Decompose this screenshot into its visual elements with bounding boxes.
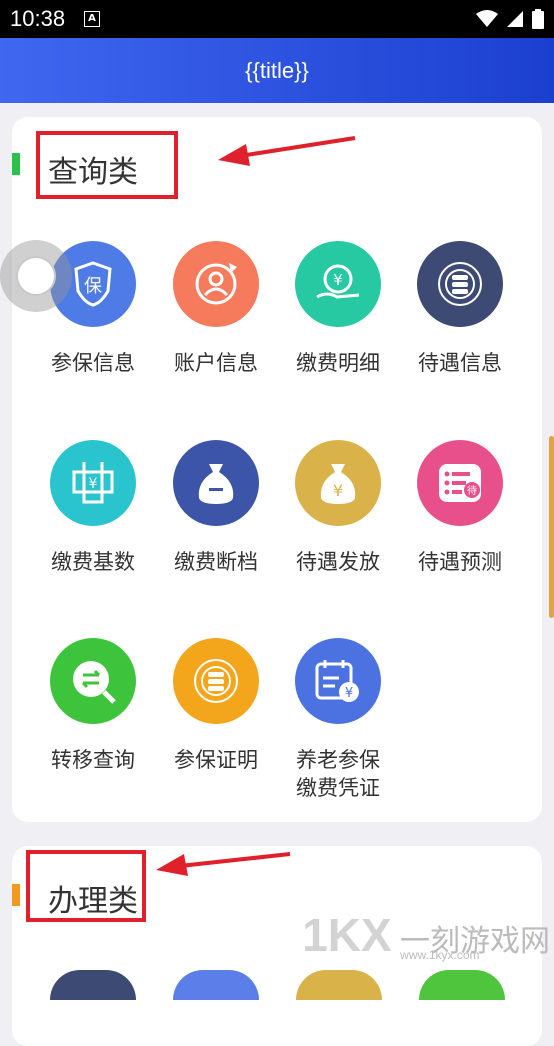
annotation-box [36, 131, 178, 199]
menu-item[interactable]: 待遇信息 [400, 241, 520, 377]
floating-button-core [16, 256, 56, 296]
menu-item-label: 缴费明细 [296, 351, 380, 375]
handling-item-icon[interactable] [173, 970, 259, 1000]
menu-item-label: 缴费断档 [174, 550, 258, 574]
app-header: {{title}} [0, 38, 554, 103]
menu-item-label: 转移查询 [51, 748, 135, 772]
section-marker [12, 153, 20, 175]
menu-item[interactable]: ¥ 缴费基数 [33, 440, 153, 576]
menu-item[interactable]: 账户信息 [156, 241, 276, 377]
menu-item-label: 待遇预测 [418, 550, 502, 574]
menu-item-label: 参保证明 [174, 748, 258, 772]
menu-item[interactable]: 参保证明 [156, 638, 276, 774]
yuan-hand-icon: ¥ [295, 241, 381, 327]
annotation-box [26, 850, 146, 922]
menu-item[interactable]: 待待遇预测 [400, 440, 520, 576]
svg-text:保: 保 [84, 276, 102, 297]
watermark-url: www.1kyx.com [400, 948, 480, 962]
menu-item-label: 待遇发放 [296, 550, 380, 574]
annotation-arrow-icon [156, 852, 291, 876]
money-bag-minus-icon [173, 440, 259, 526]
menu-item[interactable]: ¥ 养老参保缴费凭证 [278, 638, 398, 802]
coin-stack-icon [417, 241, 503, 327]
menu-item[interactable]: ¥ 缴费明细 [278, 241, 398, 377]
menu-item-label-line: 养老参保 [296, 748, 380, 772]
menu-item-label: 养老参保 缴费凭证 [278, 746, 398, 802]
svg-text:待: 待 [467, 484, 477, 497]
menu-item[interactable]: 转移查询 [33, 638, 153, 774]
menu-item-label: 待遇信息 [418, 351, 502, 375]
annotation-arrow-icon [218, 136, 356, 166]
handling-item-icon[interactable] [50, 970, 136, 1000]
svg-text:¥: ¥ [345, 686, 353, 701]
menu-item-label: 账户信息 [174, 351, 258, 375]
user-refresh-icon [173, 241, 259, 327]
coin-stack-icon [173, 638, 259, 724]
status-bar: 10:38 A [0, 0, 554, 38]
list-forecast-icon: 待 [417, 440, 503, 526]
menu-item-label: 参保信息 [51, 351, 135, 375]
calendar-yuan-icon: ¥ [295, 638, 381, 724]
svg-text:¥: ¥ [333, 481, 343, 500]
menu-item[interactable]: ¥ 待遇发放 [278, 440, 398, 576]
notification-icon: A [84, 11, 100, 27]
floating-assistive-button[interactable] [0, 240, 72, 312]
battery-icon [532, 9, 544, 29]
signal-icon [507, 11, 523, 27]
page-title: {{title}} [245, 58, 309, 83]
watermark: 1KX 一刻游戏网 www.1kyx.com [302, 908, 550, 962]
menu-item[interactable]: 缴费断档 [156, 440, 276, 576]
menu-item-label-line: 缴费凭证 [296, 776, 380, 800]
money-bag-yuan-icon: ¥ [295, 440, 381, 526]
svg-text:¥: ¥ [333, 271, 343, 289]
scrollbar[interactable] [549, 436, 554, 618]
transfer-search-icon [50, 638, 136, 724]
svg-text:¥: ¥ [89, 476, 98, 492]
menu-item-label: 缴费基数 [51, 550, 135, 574]
handling-item-icon[interactable] [296, 970, 382, 1000]
hand-yuan-icon: ¥ [50, 440, 136, 526]
watermark-logo: 1KX [302, 909, 392, 961]
handling-item-icon[interactable] [419, 970, 505, 1000]
section-marker [12, 884, 20, 906]
wifi-icon [476, 10, 498, 27]
status-time: 10:38 [10, 6, 66, 31]
